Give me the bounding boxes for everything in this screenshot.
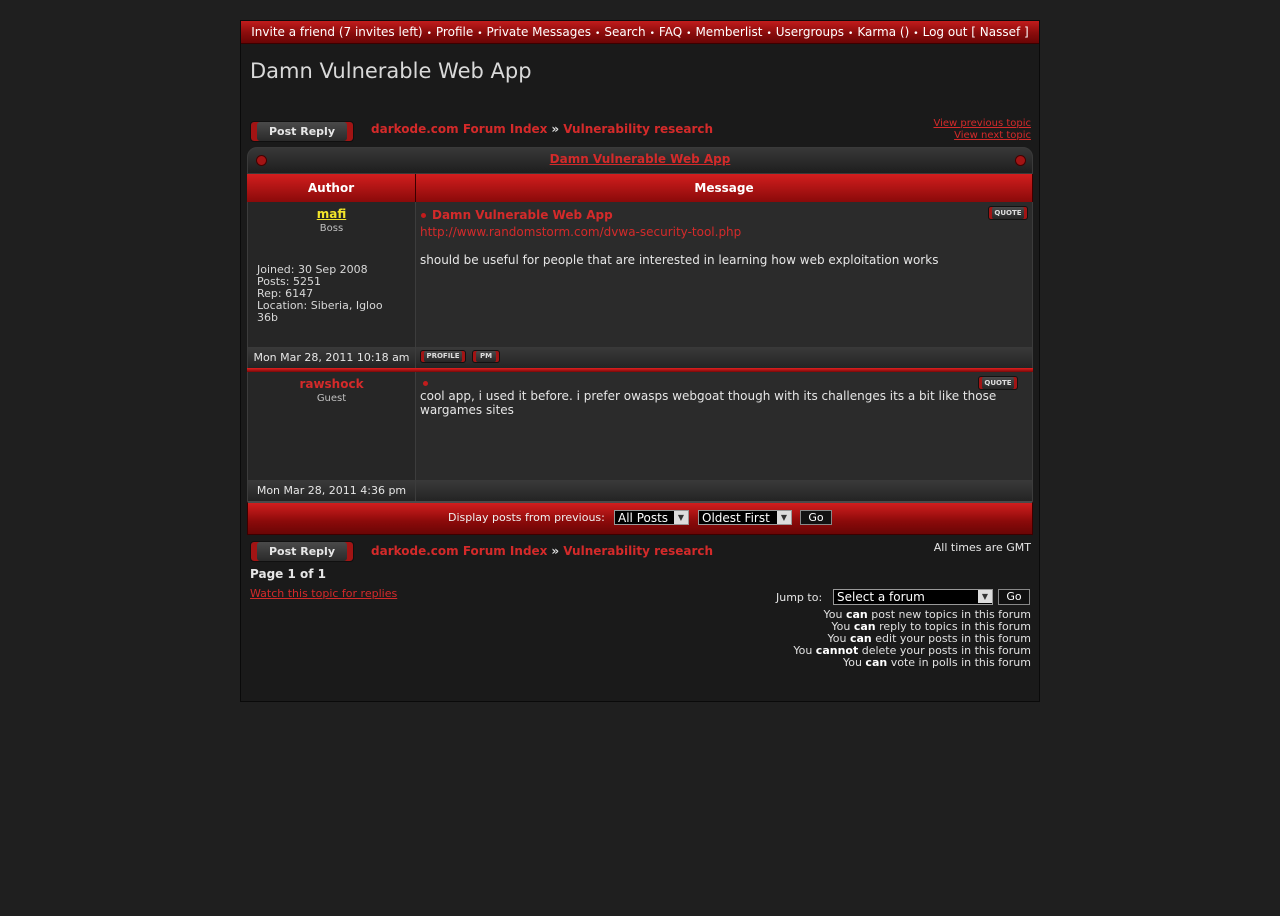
chevron-down-icon: ▼ [674,511,688,524]
profile-button[interactable]: PROFILE [420,350,466,363]
nav-separator: • [595,29,601,39]
display-range-value: All Posts [618,511,669,525]
topic-table: Damn Vulnerable Web App Author Message m… [247,147,1033,535]
breadcrumb-forum[interactable]: Vulnerability research [563,544,713,558]
breadcrumb-bottom: darkode.com Forum Index » Vulnerability re… [371,544,713,558]
top-navigation: Invite a friend (7 invites left) • Profile… [241,21,1039,44]
post-date: Mon Mar 28, 2011 4:36 pm [247,480,416,501]
nav-profile[interactable]: Profile [436,25,473,39]
pm-button[interactable]: PM [472,350,500,363]
post-author-rank: Boss [319,223,344,234]
jump-forum-select[interactable]: Select a forum ▼ [833,589,993,605]
post-body: should be useful for people that are int… [420,253,939,267]
post-date: Mon Mar 28, 2011 10:18 am [247,347,416,368]
topic-header: Damn Vulnerable Web App [247,147,1033,174]
breadcrumb-separator: » [551,544,560,558]
chevron-down-icon: ▼ [777,511,791,524]
post-message-cell: QUOTE cool app, i used it before. i pref… [416,372,1033,480]
display-range-select[interactable]: All Posts ▼ [614,510,689,525]
post-author-cell: mafi Boss Joined: 30 Sep 2008 Posts: 525… [247,202,416,347]
breadcrumb-separator: » [551,122,560,136]
post-icon [423,381,428,386]
quote-button[interactable]: QUOTE [978,376,1018,390]
display-order-value: Oldest First [702,511,770,525]
post-footer: Mon Mar 28, 2011 4:36 pm [247,480,1033,501]
column-message: Message [416,174,1033,202]
post-icon [421,213,426,218]
nav-usergroups[interactable]: Usergroups [776,25,844,39]
post-subject: Damn Vulnerable Web App [421,208,613,222]
column-author: Author [247,174,416,202]
jump-go-button[interactable]: Go [998,589,1030,605]
post-body: cool app, i used it before. i prefer owa… [420,389,997,417]
quote-button[interactable]: QUOTE [988,206,1028,220]
forum-permissions: You can post new topics in this forum Yo… [793,609,1031,669]
nav-memberlist[interactable]: Memberlist [695,25,762,39]
nav-invite[interactable]: Invite a friend (7 invites left) [251,25,422,39]
page-container: Invite a friend (7 invites left) • Profile… [240,20,1040,702]
nav-separator: • [766,29,772,39]
post-actions: PROFILE PM [416,347,1033,368]
jump-label: Jump to: [776,591,823,604]
author-location: Location: Siberia, Igloo 36b [257,299,383,324]
previous-topic-link[interactable]: View previous topic [933,118,1031,130]
topic-title-link[interactable]: Damn Vulnerable Web App [248,152,1032,166]
post-author-rank: Guest [316,393,347,404]
column-headers: Author Message [247,174,1033,202]
post-footer: Mon Mar 28, 2011 10:18 am PROFILE PM [247,347,1033,368]
nav-logout[interactable]: Log out [ Nassef ] [923,25,1029,39]
post-row: rawshock Guest QUOTE cool app, i used it… [247,372,1033,480]
post-message-cell: QUOTE Damn Vulnerable Web App http://www… [416,202,1033,347]
permission-line: You can vote in polls in this forum [842,656,1031,669]
nav-faq[interactable]: FAQ [659,25,682,39]
chevron-down-icon: ▼ [978,590,992,603]
post-row: mafi Boss Joined: 30 Sep 2008 Posts: 525… [247,202,1033,347]
nav-separator: • [848,29,854,39]
nav-separator: • [649,29,655,39]
display-go-button[interactable]: Go [800,510,832,525]
timezone-note: All times are GMT [933,541,1031,554]
display-order-select[interactable]: Oldest First ▼ [698,510,792,525]
jump-forum-value: Select a forum [837,590,925,604]
breadcrumb-forum-index[interactable]: darkode.com Forum Index [371,544,547,558]
breadcrumb-forum-index[interactable]: darkode.com Forum Index [371,122,547,136]
post-actions [416,480,1033,501]
display-label: Display posts from previous: [448,511,605,524]
header-knob-right [1015,155,1026,166]
post-link[interactable]: http://www.randomstorm.com/dvwa-security… [420,225,741,239]
post-reply-button-bottom[interactable]: Post Reply [250,541,354,562]
nav-separator: • [426,29,432,39]
nav-karma[interactable]: Karma () [857,25,909,39]
post-author-name[interactable]: rawshock [248,377,415,391]
post-author-info: Joined: 30 Sep 2008 Posts: 5251 Rep: 614… [257,264,407,324]
nav-separator: • [686,29,692,39]
watch-topic-link[interactable]: Watch this topic for replies [250,587,397,600]
nav-separator: • [477,29,483,39]
breadcrumb-forum[interactable]: Vulnerability research [563,122,713,136]
post-author-cell: rawshock Guest [247,372,416,480]
post-subject-text: Damn Vulnerable Web App [432,208,613,222]
display-options-bar: Display posts from previous: All Posts ▼ … [247,501,1033,535]
page-title: Damn Vulnerable Web App [250,59,532,83]
next-topic-link[interactable]: View next topic [933,130,1031,142]
nav-search[interactable]: Search [604,25,645,39]
post-author-name[interactable]: mafi [248,207,415,221]
pagination: Page 1 of 1 [250,567,326,581]
nav-separator: • [913,29,919,39]
breadcrumb: darkode.com Forum Index » Vulnerability re… [371,122,713,136]
topic-navigation: View previous topic View next topic [933,118,1031,142]
nav-private-messages[interactable]: Private Messages [487,25,592,39]
post-reply-button[interactable]: Post Reply [250,121,354,142]
